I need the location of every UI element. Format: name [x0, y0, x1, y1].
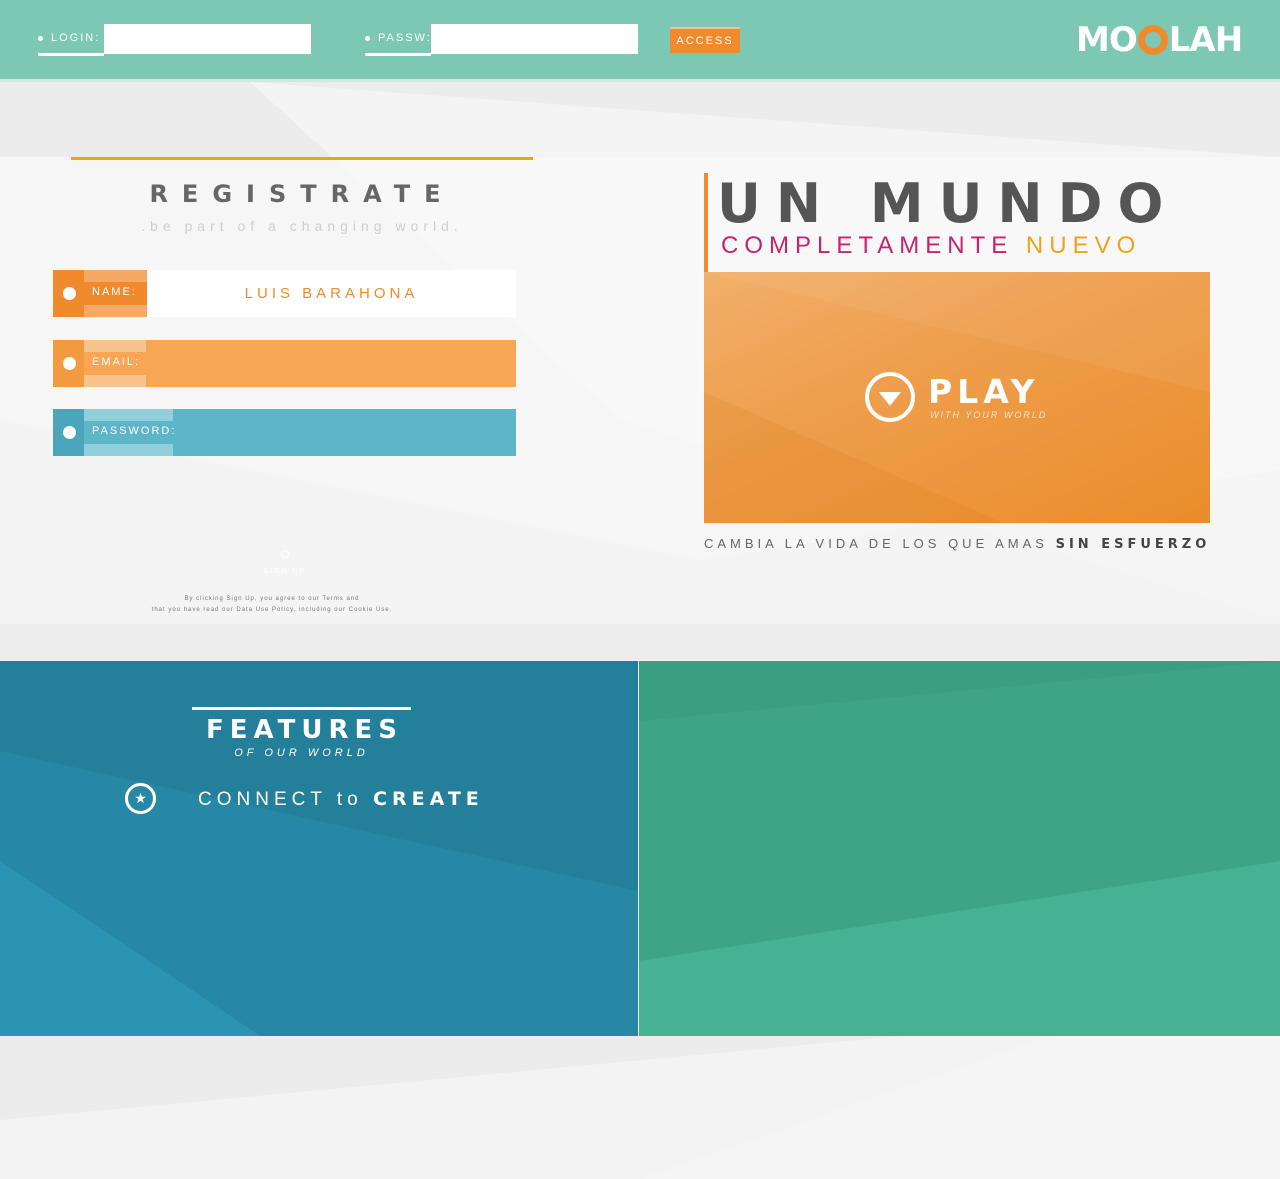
login-group: LOGIN: [38, 24, 311, 56]
hero-tagline: CAMBIA LA VIDA DE LOS QUE AMAS SIN ESFUE… [704, 536, 1210, 552]
play-subtitle: WITH YOUR WORLD [930, 410, 1048, 420]
name-field-cap [53, 270, 84, 317]
logo-text-left: MO [1076, 20, 1138, 60]
label-stripe [84, 444, 173, 456]
feature-item: CONNECT to CREATE [198, 788, 484, 811]
name-label-box: NAME: [84, 270, 147, 317]
play-title[interactable]: PLAY [928, 372, 1040, 411]
passw-underline [365, 53, 431, 56]
email-label: EMAIL: [92, 356, 141, 368]
hero-sub-pink: COMPLETAMENTE [721, 232, 1014, 259]
features-right-shapes [639, 661, 1280, 1036]
label-stripe [84, 270, 147, 282]
password-label: PASSWORD: [92, 425, 177, 437]
features-line [192, 707, 411, 710]
label-stripe [84, 305, 147, 317]
features-subtitle: OF OUR WORLD [234, 747, 369, 759]
register-title: REGISTRATE [149, 180, 455, 208]
email-field-cap [53, 340, 84, 387]
tagline-plain: CAMBIA LA VIDA DE LOS QUE AMAS [704, 536, 1048, 551]
star-icon: ★ [125, 783, 156, 814]
circle-bullet-icon [63, 287, 76, 300]
hero-heading-bar [704, 173, 708, 272]
passw-label: PASSW: [365, 32, 432, 44]
moolah-logo[interactable]: MO LAH [1076, 20, 1243, 60]
passw-input[interactable] [431, 24, 638, 54]
email-label-box: EMAIL: [84, 340, 146, 387]
terms-text: By clicking Sign Up, you agree to our Te… [71, 594, 473, 616]
terms-line: that you have read our Data Use Policy, … [151, 607, 393, 613]
hero-headline: UN MUNDO [717, 172, 1179, 235]
play-down-arrow-icon[interactable] [865, 372, 915, 422]
register-subtitle: .be part of a changing world. [141, 218, 463, 234]
video-panel[interactable]: PLAY WITH YOUR WORLD [704, 272, 1210, 523]
password-field[interactable]: PASSWORD: [53, 409, 516, 456]
login-label: LOGIN: [38, 32, 100, 44]
signup-label: SIGN UP [263, 568, 307, 575]
top-bar: LOGIN: PASSW: ACCESS MO LAH [0, 0, 1280, 82]
name-field[interactable]: NAME: LUIS BARAHONA [53, 270, 516, 317]
name-label: NAME: [92, 286, 137, 298]
circle-bullet-icon [63, 357, 76, 370]
password-label-box: PASSWORD: [84, 409, 177, 456]
bullet-icon [38, 35, 43, 41]
name-value[interactable]: LUIS BARAHONA [147, 270, 516, 317]
signup-circle-icon [281, 550, 289, 558]
login-underline [38, 53, 104, 56]
access-button[interactable]: ACCESS [670, 27, 740, 53]
label-stripe [84, 409, 173, 421]
feature-bold: CREATE [373, 788, 484, 810]
register-accent-line [71, 157, 533, 160]
bullet-icon [365, 35, 370, 41]
feature-to: to [336, 789, 363, 810]
hero-subheadline: COMPLETAMENTE NUEVO [721, 232, 1141, 260]
email-field[interactable]: EMAIL: [53, 340, 516, 387]
feature-plain: CONNECT [198, 789, 327, 810]
triangle-icon [879, 392, 901, 406]
tagline-bold: SIN ESFUERZO [1055, 537, 1211, 552]
features-title: FEATURES [206, 715, 403, 745]
features-panel-right [639, 661, 1280, 1036]
circle-bullet-icon [63, 426, 76, 439]
password-field-cap [53, 409, 84, 456]
password-group: PASSW: [365, 24, 638, 56]
terms-line: By clicking Sign Up, you agree to our Te… [184, 596, 360, 602]
label-stripe [84, 375, 146, 387]
hero-sub-orange: NUEVO [1025, 232, 1142, 259]
label-stripe [84, 340, 146, 352]
orange-ring-icon [1137, 25, 1168, 55]
logo-text-right: LAH [1168, 20, 1243, 60]
login-input[interactable] [104, 24, 311, 54]
signup-button[interactable]: SIGN UP [250, 550, 320, 578]
